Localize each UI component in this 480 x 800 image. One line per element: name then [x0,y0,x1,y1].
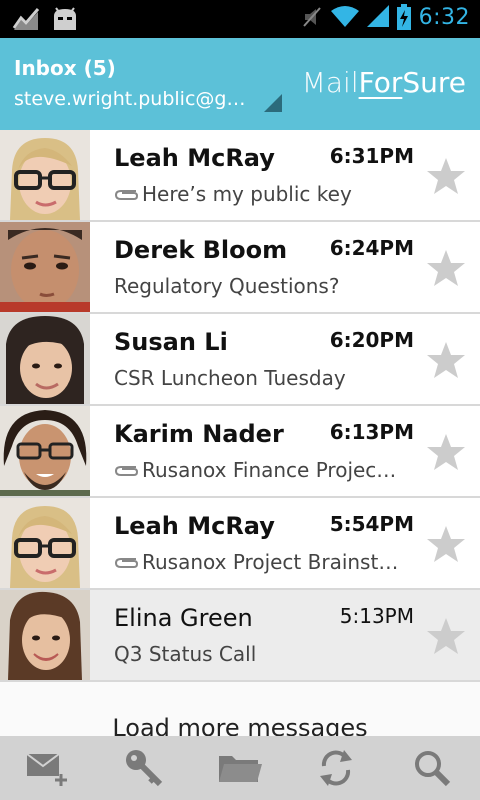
star-icon[interactable] [426,248,466,288]
avatar [0,222,90,312]
message-time: 5:13PM [339,604,414,628]
keys-button[interactable] [112,740,176,796]
folders-button[interactable] [208,740,272,796]
star-icon[interactable] [426,156,466,196]
battery-charging-icon [396,4,411,30]
sender-name: Elina Green [114,604,253,632]
mute-icon [302,7,321,27]
search-icon [415,751,451,787]
avatar [0,406,90,496]
avatar [0,314,90,404]
sender-name: Susan Li [114,328,228,356]
logo-part-sure: Sure [402,66,466,99]
key-icon [126,750,163,787]
message-subject: Rusanox Project Brainst… [114,550,414,574]
message-row[interactable]: Leah McRay 6:31PM Here’s my public key [0,130,480,222]
message-subject: Rusanox Finance Projec… [114,458,414,482]
wifi-icon [330,6,359,27]
clock: 6:32 [418,4,470,30]
compose-button[interactable] [16,740,80,796]
search-button[interactable] [400,740,464,796]
message-row[interactable]: Susan Li 6:20PM CSR Luncheon Tuesday [0,314,480,406]
refresh-button[interactable] [304,740,368,796]
folder-icon [219,756,262,782]
message-subject: Q3 Status Call [114,642,257,666]
logo-part-for: For [358,66,403,99]
action-bar: Inbox (5) steve.wright.public@g… MailFor… [0,38,480,130]
refresh-icon [320,750,352,786]
message-list: Leah McRay 6:31PM Here’s my public key D… [0,130,480,682]
load-more-label: Load more messages [112,714,368,738]
attachment-icon [114,466,138,476]
message-time: 6:24PM [329,236,414,260]
sender-name: Karim Nader [114,420,284,448]
message-row[interactable]: Leah McRay 5:54PM Rusanox Project Brains… [0,498,480,590]
attachment-icon [114,558,138,568]
sender-name: Leah McRay [114,512,275,540]
star-icon[interactable] [426,432,466,472]
attachment-icon [114,190,138,200]
bottom-action-bar [0,736,480,800]
logo-part-mail: Mail [301,66,359,99]
message-row[interactable]: Karim Nader 6:13PM Rusanox Finance Proje… [0,406,480,498]
sender-name: Derek Bloom [114,236,288,264]
message-row[interactable]: Derek Bloom 6:24PM Regulatory Questions? [0,222,480,314]
account-email: steve.wright.public@g… [14,88,246,110]
account-switcher[interactable]: Inbox (5) steve.wright.public@g… [14,56,264,110]
message-subject: Here’s my public key [114,182,414,206]
activity-icon [12,8,40,30]
message-row[interactable]: Elina Green 5:13PM Q3 Status Call [0,590,480,682]
message-time: 5:54PM [329,512,414,536]
message-time: 6:13PM [329,420,414,444]
app-logo: MailForSure [302,66,466,99]
message-time: 6:20PM [329,328,414,352]
status-bar: 6:32 [0,0,480,38]
message-subject: CSR Luncheon Tuesday [114,366,346,390]
dropdown-corner-icon[interactable] [264,94,282,112]
avatar [0,498,90,588]
star-icon[interactable] [426,524,466,564]
message-subject: Regulatory Questions? [114,274,340,298]
message-time: 6:31PM [329,144,414,168]
android-bug-icon [54,7,76,30]
signal-icon [366,5,389,27]
star-icon[interactable] [426,340,466,380]
avatar [0,590,90,680]
compose-icon [26,753,67,786]
avatar [0,130,90,220]
star-icon[interactable] [426,616,466,656]
sender-name: Leah McRay [114,144,275,172]
load-more-button[interactable]: Load more messages [0,682,480,738]
inbox-title: Inbox (5) [14,56,116,80]
